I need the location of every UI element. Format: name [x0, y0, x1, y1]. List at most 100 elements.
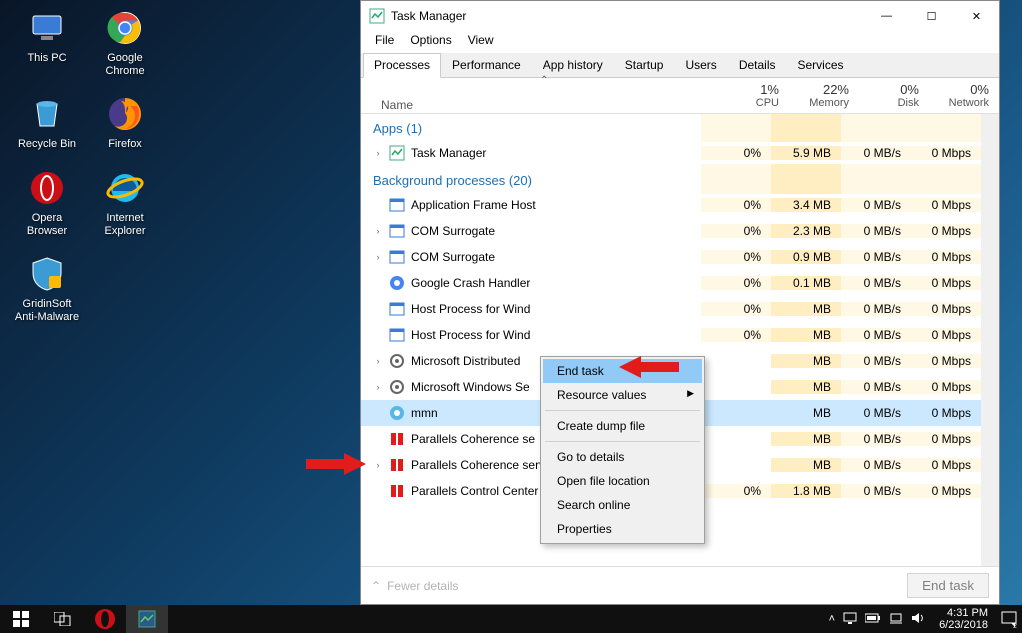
- desktop-icon-this-pc[interactable]: This PC: [12, 8, 82, 78]
- process-row[interactable]: Host Process for Wind 0% MB 0 MB/s 0 Mbp…: [361, 296, 981, 322]
- menu-file[interactable]: File: [367, 31, 402, 51]
- tab-app-history[interactable]: App history: [532, 53, 614, 77]
- close-button[interactable]: ✕: [954, 1, 999, 31]
- firefox-icon: [105, 94, 145, 134]
- expand-icon[interactable]: ›: [373, 226, 383, 236]
- net-cell: 0 Mbps: [911, 328, 981, 342]
- tab-processes[interactable]: Processes: [363, 53, 441, 78]
- tray-battery-icon[interactable]: [865, 613, 881, 626]
- cpu-cell: 0%: [701, 224, 771, 238]
- titlebar[interactable]: Task Manager — ☐ ✕: [361, 1, 999, 31]
- col-disk[interactable]: 0%Disk: [859, 78, 929, 113]
- fewer-label: Fewer details: [387, 579, 458, 593]
- context-menu-item[interactable]: Search online: [543, 493, 702, 517]
- expand-icon[interactable]: ›: [373, 148, 383, 158]
- disk-cell: 0 MB/s: [841, 406, 911, 420]
- cpu-cell: 0%: [701, 276, 771, 290]
- taskbar-taskmgr[interactable]: [126, 605, 168, 633]
- desktop-icon-firefox[interactable]: Firefox: [90, 94, 160, 151]
- start-button[interactable]: [0, 605, 42, 633]
- desktop-icon-opera[interactable]: Opera Browser: [12, 168, 82, 238]
- taskbar-clock[interactable]: 4:31 PM 6/23/2018: [931, 607, 996, 631]
- desktop-icon-chrome[interactable]: Google Chrome: [90, 8, 160, 78]
- cpu-cell: 0%: [701, 146, 771, 160]
- desktop-icon-ie[interactable]: Internet Explorer: [90, 168, 160, 238]
- col-memory[interactable]: 22%Memory: [789, 78, 859, 113]
- clock-date: 6/23/2018: [939, 619, 988, 631]
- disk-cell: 0 MB/s: [841, 146, 911, 160]
- desktop-icon-gridinsoft[interactable]: GridinSoft Anti-Malware: [12, 254, 82, 324]
- disk-cell: 0 MB/s: [841, 484, 911, 498]
- minimize-button[interactable]: —: [864, 1, 909, 31]
- notification-button[interactable]: 2: [996, 605, 1022, 633]
- tab-startup[interactable]: Startup: [614, 53, 675, 77]
- desktop-icon-recycle-bin[interactable]: Recycle Bin: [12, 94, 82, 151]
- net-cell: 0 Mbps: [911, 276, 981, 290]
- net-cell: 0 Mbps: [911, 380, 981, 394]
- process-row[interactable]: › COM Surrogate 0% 2.3 MB 0 MB/s 0 Mbps: [361, 218, 981, 244]
- expand-icon[interactable]: ›: [373, 382, 383, 392]
- tab-users[interactable]: Users: [674, 53, 727, 77]
- scroll-up-icon[interactable]: ▴: [981, 114, 999, 132]
- tray-volume-icon[interactable]: [911, 612, 925, 627]
- mem-cell: MB: [771, 432, 841, 446]
- process-name: Task Manager: [411, 146, 486, 160]
- tab-performance[interactable]: Performance: [441, 53, 532, 77]
- context-menu-item[interactable]: Properties: [543, 517, 702, 541]
- process-icon: [389, 275, 405, 291]
- col-cpu[interactable]: 1%CPU: [719, 78, 789, 113]
- col-name[interactable]: ⌃Name: [361, 78, 719, 113]
- context-menu-item[interactable]: Open file location: [543, 469, 702, 493]
- process-row[interactable]: › COM Surrogate 0% 0.9 MB 0 MB/s 0 Mbps: [361, 244, 981, 270]
- mem-cell: MB: [771, 406, 841, 420]
- clock-time: 4:31 PM: [939, 607, 988, 619]
- process-row[interactable]: Application Frame Host 0% 3.4 MB 0 MB/s …: [361, 192, 981, 218]
- net-cell: 0 Mbps: [911, 198, 981, 212]
- disk-cell: 0 MB/s: [841, 224, 911, 238]
- tray-chevron-icon[interactable]: ˄: [829, 613, 835, 625]
- group-header: Apps (1): [361, 114, 701, 142]
- menu-options[interactable]: Options: [402, 31, 459, 51]
- net-label: Network: [939, 97, 989, 109]
- col-network[interactable]: 0%Network: [929, 78, 999, 113]
- tab-details[interactable]: Details: [728, 53, 787, 77]
- taskbar: ˄ 4:31 PM 6/23/2018 2: [0, 605, 1022, 633]
- process-row[interactable]: › Task Manager 0% 5.9 MB 0 MB/s 0 Mbps: [361, 140, 981, 166]
- tray-network-icon[interactable]: [889, 612, 903, 627]
- process-name: Parallels Coherence se: [411, 432, 535, 446]
- process-row[interactable]: Google Crash Handler 0% 0.1 MB 0 MB/s 0 …: [361, 270, 981, 296]
- context-menu-item[interactable]: Create dump file: [543, 414, 702, 438]
- expand-icon[interactable]: ›: [373, 460, 383, 470]
- window-title: Task Manager: [391, 9, 864, 23]
- process-row[interactable]: Host Process for Wind 0% MB 0 MB/s 0 Mbp…: [361, 322, 981, 348]
- process-name: Microsoft Distributed: [411, 354, 520, 368]
- expand-icon[interactable]: ›: [373, 252, 383, 262]
- expand-icon[interactable]: ›: [373, 356, 383, 366]
- process-icon: [389, 405, 405, 421]
- sort-arrow-icon: ⌃: [540, 75, 548, 86]
- process-name: mmn: [411, 406, 438, 420]
- disk-pct: 0%: [869, 82, 919, 97]
- tray-display-icon[interactable]: [843, 612, 857, 627]
- menu-separator: [545, 410, 700, 411]
- taskbar-opera[interactable]: [84, 605, 126, 633]
- maximize-button[interactable]: ☐: [909, 1, 954, 31]
- gridinsoft-icon: [27, 254, 67, 294]
- process-name: Microsoft Windows Se: [411, 380, 530, 394]
- scroll-down-icon[interactable]: ▾: [981, 548, 999, 566]
- mem-cell: 3.4 MB: [771, 198, 841, 212]
- task-view-button[interactable]: [42, 605, 84, 633]
- context-menu-item[interactable]: Resource values▶: [543, 383, 702, 407]
- tab-services[interactable]: Services: [787, 53, 855, 77]
- this-pc-icon: [27, 8, 67, 48]
- menu-view[interactable]: View: [460, 31, 502, 51]
- net-pct: 0%: [939, 82, 989, 97]
- system-tray: ˄: [829, 612, 931, 627]
- context-menu-item[interactable]: Go to details: [543, 445, 702, 469]
- group-header: Background processes (20): [361, 165, 701, 194]
- end-task-button[interactable]: End task: [907, 573, 989, 598]
- disk-cell: 0 MB/s: [841, 354, 911, 368]
- icon-label: This PC: [27, 52, 66, 65]
- fewer-details-button[interactable]: ⌃ Fewer details: [371, 579, 458, 593]
- taskmgr-icon: [369, 8, 385, 24]
